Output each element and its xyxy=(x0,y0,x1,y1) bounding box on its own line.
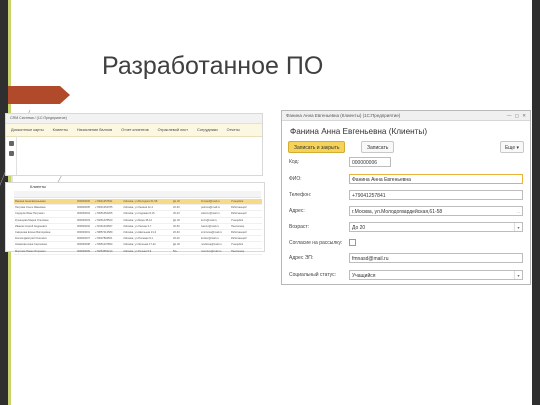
mailing-label: Согласие на рассылку: xyxy=(289,240,343,246)
arrow-icon xyxy=(8,86,70,104)
menu-icon[interactable] xyxy=(8,141,14,146)
table-cell: 50+ xyxy=(172,248,192,255)
save-and-close-button[interactable]: Записать и закрыть xyxy=(288,141,346,153)
menu-item-reports[interactable]: Отчеты xyxy=(227,128,240,132)
address-field[interactable]: г.Москва, ул.Молодогвардейская,61-58 … xyxy=(349,206,523,216)
pick-icon[interactable]: … xyxy=(515,207,522,215)
address-value: г.Москва, ул.Молодогвардейская,61-58 xyxy=(352,209,443,215)
age-value: До 20 xyxy=(352,225,366,231)
more-button[interactable]: Еще ▾ xyxy=(500,141,524,153)
email-label: Адрес ЭП: xyxy=(289,255,314,261)
table-cell xyxy=(192,248,200,255)
table-cell: +79254563214 xyxy=(94,248,122,255)
slide-title: Разработанное ПО xyxy=(102,52,324,80)
main-window-screenshot: CRM Система / (1С:Предприятие) Дисконтны… xyxy=(5,113,263,176)
table-cell: г.Москва, ул.Речная 5-9 xyxy=(122,248,172,255)
menu-item-client-report[interactable]: Отчет клиентов xyxy=(121,128,149,132)
table-cell: morozov@mail.ru xyxy=(200,248,230,255)
menu-item-points[interactable]: Начисление баллов xyxy=(77,128,112,132)
status-label: Социальный статус: xyxy=(289,272,336,278)
mailing-consent-checkbox[interactable] xyxy=(349,239,356,246)
phone-field[interactable]: +79041257841 xyxy=(349,190,523,200)
phone-label: Телефон: xyxy=(289,192,312,198)
clients-table: Фанина Анна Евгеньевна 000000006 +79041257… xyxy=(14,199,262,255)
table-cell: Морозов Павел Игоревич xyxy=(14,248,76,255)
clients-list-toolbar xyxy=(14,191,261,198)
main-menu-bar: Дисконтные карты Клиенты Начисление балл… xyxy=(6,124,262,137)
status-select[interactable]: Учащийся ▾ xyxy=(349,270,523,280)
client-form-titlebar: Фанина Анна Евгеньевна (Клиенты) (1С:Пре… xyxy=(282,111,530,121)
grid-icon[interactable] xyxy=(8,151,14,156)
menu-item-sheet[interactable]: Отраслевой лист xyxy=(158,128,188,132)
window-controls[interactable]: — ▢ ✕ xyxy=(507,111,527,120)
main-window-titlebar: CRM Система / (1С:Предприятие) xyxy=(6,114,262,124)
save-button[interactable]: Записать xyxy=(361,141,395,153)
chevron-down-icon[interactable]: ▾ xyxy=(514,223,522,231)
chevron-down-icon[interactable]: ▾ xyxy=(514,271,522,279)
menu-item-clients[interactable]: Клиенты xyxy=(53,128,68,132)
table-cell: 000000009 xyxy=(76,248,94,255)
table-cell: Пенсионер xyxy=(230,248,262,255)
client-form-window: Фанина Анна Евгеньевна (Клиенты) (1С:Пре… xyxy=(281,110,531,285)
right-dark-band xyxy=(532,0,540,405)
menu-item-discount-cards[interactable]: Дисконтные карты xyxy=(11,128,44,132)
menu-item-employees[interactable]: Сотрудники xyxy=(197,128,218,132)
client-form-toolbar: Записать и закрыть Записать Еще ▾ xyxy=(288,141,524,153)
age-select[interactable]: До 20 ▾ xyxy=(349,222,523,232)
code-field[interactable]: 000000006 xyxy=(349,157,391,167)
client-form-window-title: Фанина Анна Евгеньевна (Клиенты) (1С:Пре… xyxy=(286,113,401,118)
address-label: Адрес: xyxy=(289,208,305,214)
client-form-heading: Фанина Анна Евгеньевна (Клиенты) xyxy=(290,127,428,136)
code-label: Код: xyxy=(289,159,299,165)
table-row[interactable]: Морозов Павел Игоревич 000000009 +79254563… xyxy=(14,248,262,255)
status-value: Учащийся xyxy=(352,273,376,279)
clients-list-screenshot: Клиенты Фанина Анна Евгеньевна 000000006 +… xyxy=(5,182,265,255)
email-field[interactable]: fmnasd@mail.ru xyxy=(349,253,523,263)
clients-list-title: Клиенты xyxy=(30,184,47,189)
main-sidebar xyxy=(6,136,17,175)
fio-field[interactable]: Фанина Анна Евгеньевна xyxy=(349,174,523,184)
age-label: Возраст: xyxy=(289,224,310,230)
fio-label: ФИО: xyxy=(289,176,302,182)
